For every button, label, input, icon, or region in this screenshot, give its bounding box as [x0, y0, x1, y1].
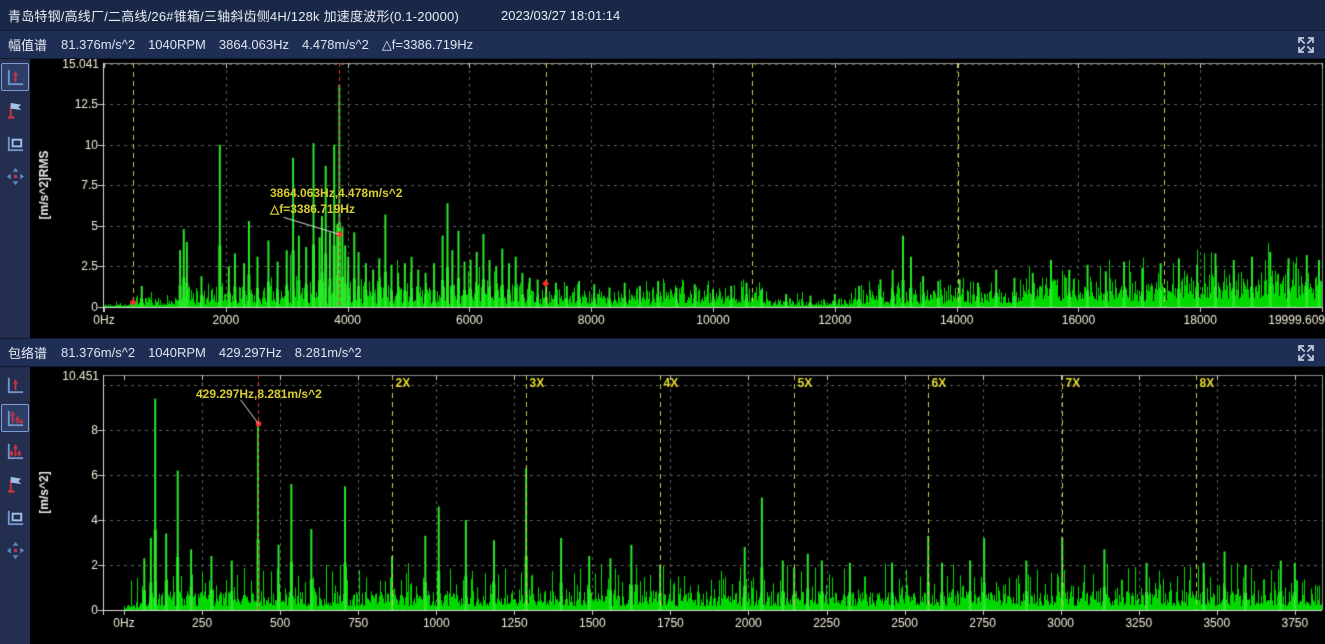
single-cursor-button[interactable] [1, 63, 29, 91]
timestamp: 2023/03/27 18:01:14 [501, 8, 620, 23]
fullscreen-icon [1297, 36, 1315, 54]
amplitude-spectrum-plot[interactable] [30, 59, 1325, 338]
flag-marker-button[interactable] [1, 96, 29, 124]
fullscreen-button-envelope[interactable] [1297, 344, 1317, 364]
harmonic-cursor-icon [5, 408, 26, 429]
pan-move-icon [5, 540, 26, 561]
stat-overall-rms: 81.376m/s^2 [61, 37, 135, 52]
vibration-analysis-app: 青岛特钢/高线厂/二高线/26#锥箱/三轴斜齿侧4H/128k 加速度波形(0.… [0, 0, 1325, 644]
stat-delta-frequency: △f=3386.719Hz [382, 37, 473, 53]
single-cursor-icon [5, 67, 26, 88]
envelope-spectrum-header: 包络谱 81.376m/s^2 1040RPM 429.297Hz 8.281m… [0, 338, 1325, 367]
flag-marker-icon [5, 100, 26, 121]
pan-move-button[interactable] [1, 536, 29, 564]
sideband-cursor-button[interactable] [1, 437, 29, 465]
band-marker-button[interactable] [1, 503, 29, 531]
stat-rpm-env: 1040RPM [148, 345, 206, 360]
envelope-spectrum-plot[interactable] [30, 367, 1325, 644]
amplitude-toolbar [0, 59, 30, 338]
stat-cursor-amplitude-env: 8.281m/s^2 [295, 345, 362, 360]
fullscreen-button[interactable] [1297, 36, 1317, 56]
band-marker-icon [5, 507, 26, 528]
harmonic-cursor-button[interactable] [1, 404, 29, 432]
amplitude-spectrum-header: 幅值谱 81.376m/s^2 1040RPM 3864.063Hz 4.478… [0, 30, 1325, 59]
stat-cursor-amplitude: 4.478m/s^2 [302, 37, 369, 52]
single-cursor-button[interactable] [1, 371, 29, 399]
stat-cursor-frequency-env: 429.297Hz [219, 345, 282, 360]
single-cursor-icon [5, 375, 26, 396]
envelope-spectrum-panel: 429.297Hz,8.281m/s^2 [0, 367, 1325, 644]
sideband-cursor-icon [5, 441, 26, 462]
stat-rpm: 1040RPM [148, 37, 206, 52]
fullscreen-icon [1297, 344, 1315, 362]
panel-title-envelope: 包络谱 [8, 343, 47, 362]
pan-move-button[interactable] [1, 162, 29, 190]
flag-marker-button[interactable] [1, 470, 29, 498]
envelope-toolbar [0, 367, 30, 644]
amplitude-spectrum-panel: 3864.063Hz,4.478m/s^2 △f=3386.719Hz [0, 59, 1325, 338]
flag-marker-icon [5, 474, 26, 495]
title-bar: 青岛特钢/高线厂/二高线/26#锥箱/三轴斜齿侧4H/128k 加速度波形(0.… [0, 0, 1325, 30]
stat-overall-rms-env: 81.376m/s^2 [61, 345, 135, 360]
pan-move-icon [5, 166, 26, 187]
measurement-point-path: 青岛特钢/高线厂/二高线/26#锥箱/三轴斜齿侧4H/128k 加速度波形(0.… [8, 6, 459, 25]
stat-cursor-frequency: 3864.063Hz [219, 37, 289, 52]
band-marker-button[interactable] [1, 129, 29, 157]
panel-title-amplitude: 幅值谱 [8, 35, 47, 54]
band-marker-icon [5, 133, 26, 154]
